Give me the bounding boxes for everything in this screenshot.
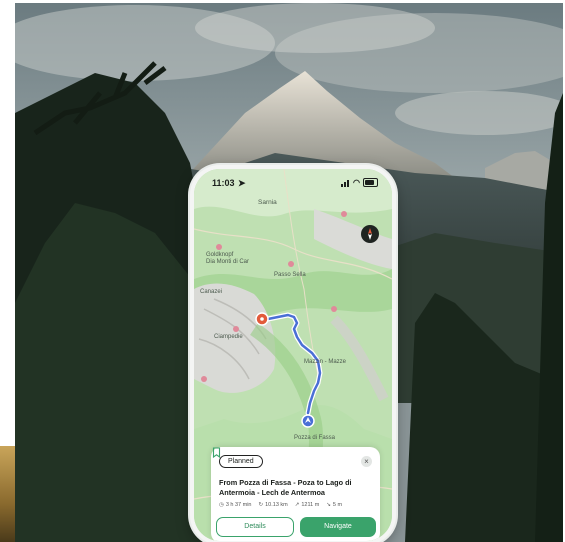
page: 11:03 ➤ ◠ Sarnia Goldknopf Dia Monti di …	[0, 0, 565, 542]
map-label: Sarnia	[258, 199, 277, 206]
bookmark-icon[interactable]	[211, 447, 222, 458]
compass-icon[interactable]	[361, 225, 379, 243]
ascent-icon: ↗	[294, 502, 300, 508]
distance-value: 10.13 km	[265, 502, 288, 508]
ascent-stat: ↗ 1211 m	[295, 502, 320, 508]
distance-stat: ↻ 10.13 km	[259, 502, 288, 508]
descent-stat: ↘ 5 m	[326, 502, 342, 508]
distance-icon: ↻	[258, 502, 264, 508]
close-icon[interactable]: ×	[361, 456, 372, 467]
duration-stat: ◷ 3 h 37 min	[219, 502, 252, 508]
details-button[interactable]: Details	[216, 517, 294, 537]
status-time: 11:03	[212, 178, 235, 188]
location-arrow-icon: ➤	[238, 178, 246, 188]
wifi-icon: ◠	[353, 177, 360, 187]
map-label: Mazzin - Mazze	[304, 359, 347, 365]
map-label: Passo Sella	[274, 272, 306, 278]
signal-icon	[341, 177, 350, 187]
map-label: Goldknopf	[206, 252, 234, 258]
ascent-value: 1211 m	[301, 502, 320, 508]
adjacent-photo-edge	[0, 446, 15, 542]
map-label: Dia Monti di Car	[206, 259, 250, 265]
descent-icon: ↘	[326, 502, 331, 508]
route-title: From Pozza di Fassa - Poza to Lago di An…	[219, 478, 352, 497]
map-label: Ciampedie	[214, 334, 243, 340]
descent-value: 5 m	[332, 502, 343, 508]
route-card: Planned × From Pozza di Fassa - Poza to …	[211, 447, 380, 541]
status-chip[interactable]: Planned	[219, 455, 263, 468]
phone-mockup: 11:03 ➤ ◠ Sarnia Goldknopf Dia Monti di …	[190, 165, 396, 542]
map-label: Pozza di Fassa	[294, 435, 336, 441]
map-view[interactable]: 11:03 ➤ ◠ Sarnia Goldknopf Dia Monti di …	[194, 169, 392, 541]
status-bar: 11:03 ➤ ◠	[194, 169, 392, 193]
route-stats: ◷ 3 h 37 min ↻ 10.13 km ↗ 1211 m ↘ 5 m	[219, 502, 342, 508]
clock-icon: ◷	[219, 502, 224, 508]
navigate-button[interactable]: Navigate	[300, 517, 376, 537]
map-label: Canazei	[200, 289, 223, 295]
battery-icon	[363, 177, 378, 187]
duration-value: 3 h 37 min	[225, 502, 252, 508]
